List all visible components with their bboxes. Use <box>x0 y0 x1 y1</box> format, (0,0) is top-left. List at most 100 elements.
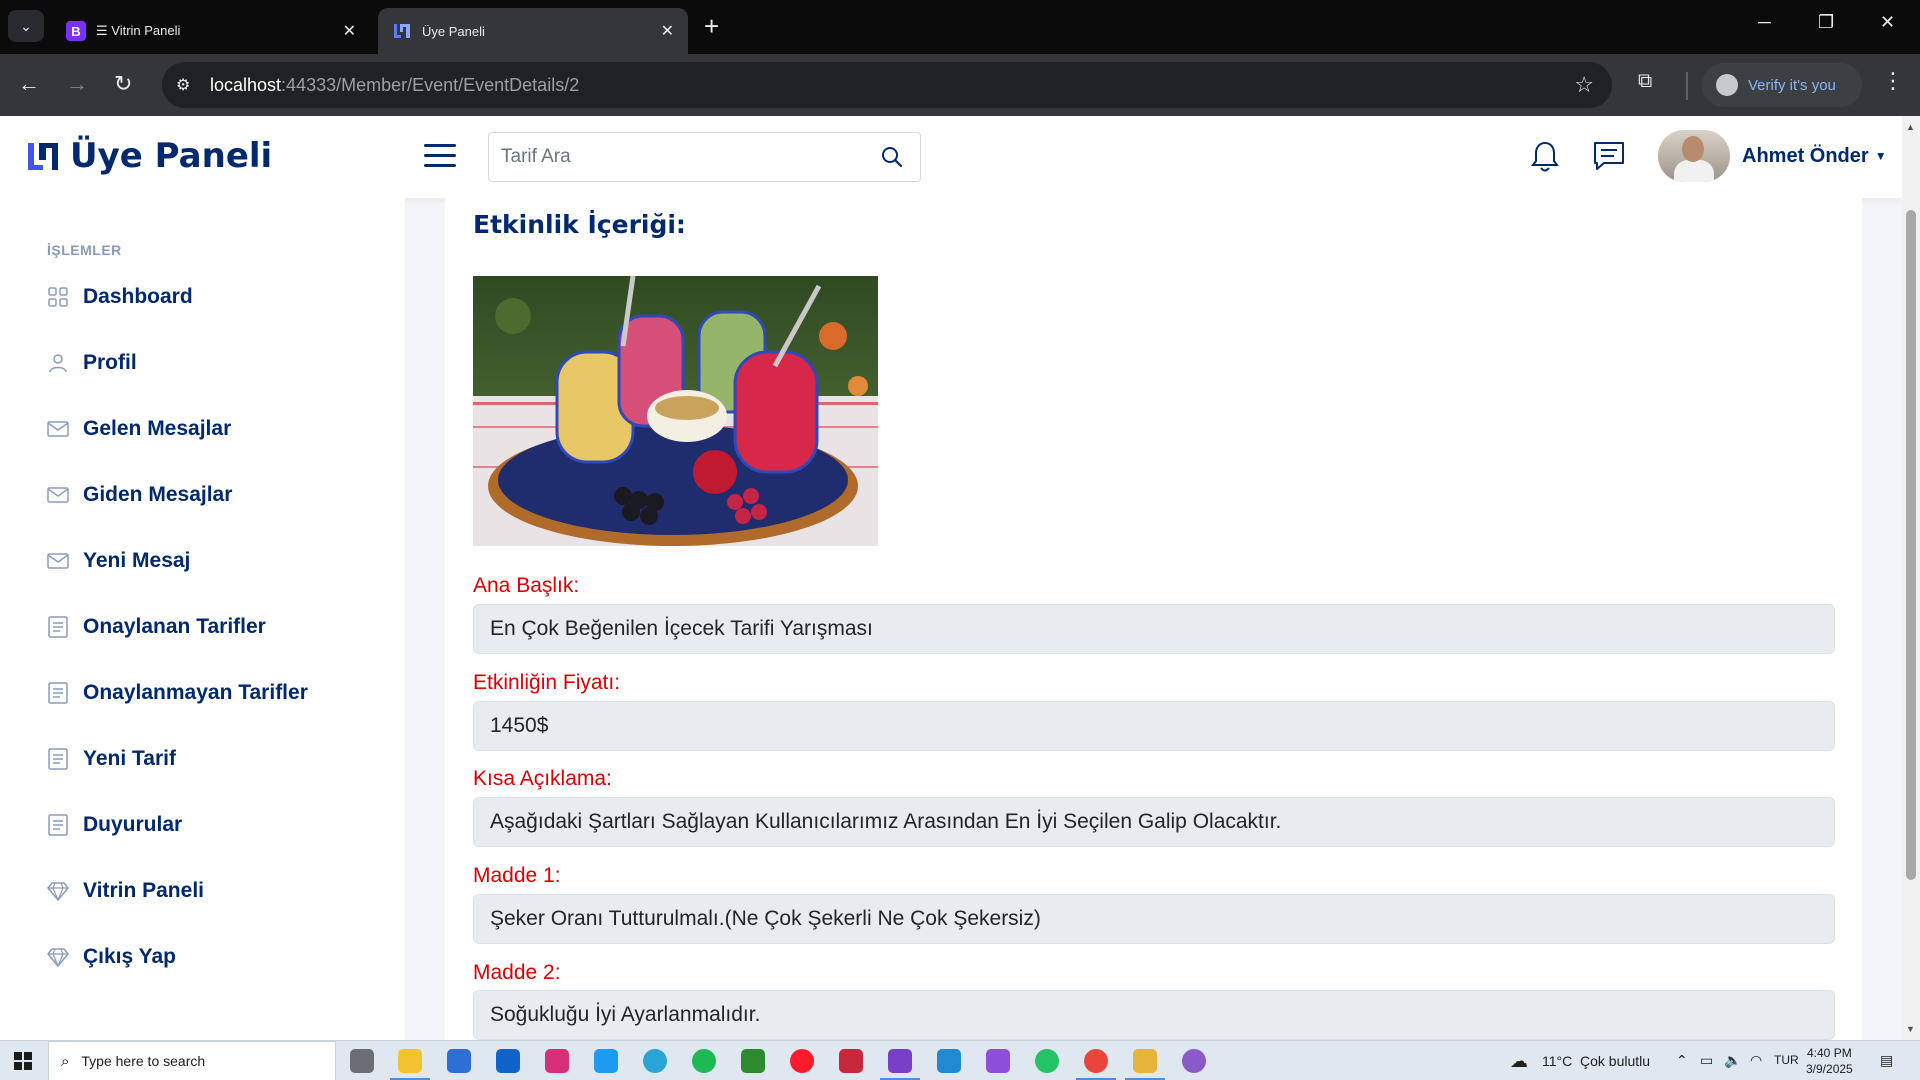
verify-label: Verify it's you <box>1748 76 1836 94</box>
scroll-down-arrow-icon[interactable]: ▼ <box>1906 1024 1915 1034</box>
verify-profile-button[interactable]: Verify it's you <box>1702 63 1862 107</box>
windows-start-icon[interactable] <box>14 1052 32 1075</box>
chat-messages-icon[interactable] <box>1592 140 1626 177</box>
tab-close-icon[interactable]: ✕ <box>343 21 356 41</box>
forward-arrow-icon[interactable]: → <box>66 70 88 98</box>
window-close-icon[interactable]: ✕ <box>1880 12 1895 33</box>
extensions-puzzle-icon[interactable]: ⧉ <box>1638 70 1652 93</box>
tab-uye-paneli[interactable]: Üye Paneli ✕ <box>378 8 688 54</box>
sidebar-item-profil[interactable]: Profil <box>47 343 387 383</box>
browser-menu-dots-icon[interactable]: ⋮ <box>1882 68 1904 94</box>
tray-chevron-icon[interactable]: ⌃ <box>1676 1052 1688 1069</box>
volume-icon[interactable]: 🔈 <box>1724 1052 1741 1069</box>
person-icon <box>47 352 69 374</box>
sidebar-item-dashboard[interactable]: Dashboard <box>47 277 387 317</box>
tab-close-icon[interactable]: ✕ <box>661 21 674 41</box>
bookmark-star-icon[interactable]: ☆ <box>1574 72 1594 98</box>
opera-icon[interactable] <box>790 1049 814 1073</box>
photos-app-icon[interactable] <box>839 1049 863 1073</box>
tab-vitrin-paneli[interactable]: B ☰ Vitrin Paneli ✕ <box>52 8 370 54</box>
field-value-event-price[interactable]: 1450$ <box>473 701 1835 751</box>
app-header: Üye Paneli Ahmet Önder ▼ <box>0 116 1902 198</box>
sidebar-item-vitrin-paneli[interactable]: Vitrin Paneli <box>47 871 387 911</box>
scrollbar-thumb[interactable] <box>1906 210 1916 880</box>
grid-icon <box>47 286 69 308</box>
sidebar-item-label: Yeni Mesaj <box>83 549 191 572</box>
page-scrollbar[interactable]: ▲ ▼ <box>1902 116 1920 1040</box>
sidebar-toggle-menu-icon[interactable] <box>424 144 456 170</box>
site-info-icon[interactable]: ⚙ <box>176 75 198 95</box>
visual-studio-preview-icon[interactable] <box>986 1049 1010 1073</box>
field-value-item-1[interactable]: Şeker Oranı Tutturulmalı.(Ne Çok Şekerli… <box>473 894 1835 944</box>
vscode-icon[interactable] <box>937 1049 961 1073</box>
sidebar-item-label: Onaylanmayan Tarifler <box>83 681 308 704</box>
file-explorer-icon[interactable] <box>390 1049 430 1080</box>
recipe-search-form <box>488 132 921 182</box>
brand-link[interactable]: Üye Paneli <box>26 136 272 176</box>
weather-cloud-icon[interactable]: ☁ <box>1510 1051 1528 1072</box>
battery-icon[interactable]: ▭ <box>1700 1052 1713 1069</box>
store-icon[interactable] <box>447 1049 471 1073</box>
browser-tabstrip: ⌄ B ☰ Vitrin Paneli ✕ Üye Paneli ✕ + ─ ❐… <box>0 0 1920 54</box>
envelope-icon <box>47 484 69 506</box>
address-bar[interactable]: ⚙ localhost:44333/Member/Event/EventDeta… <box>162 62 1612 108</box>
taskbar-search-box[interactable]: ⌕ Type here to search <box>48 1041 336 1080</box>
system-clock[interactable]: 4:40 PM 3/9/2025 <box>1806 1045 1853 1077</box>
tab-search-chevron-icon[interactable]: ⌄ <box>8 10 44 42</box>
telegram-icon[interactable] <box>643 1049 667 1073</box>
recipe-search-input[interactable] <box>489 146 849 168</box>
sidebar-item-label: Onaylanan Tarifler <box>83 615 266 638</box>
page-title: Etkinlik İçeriği: <box>473 210 686 239</box>
event-details-card: Etkinlik İçeriği: Ana Başlık: En Çok Beğ… <box>445 198 1862 1040</box>
whatsapp-icon[interactable] <box>1035 1049 1059 1073</box>
event-image <box>473 276 878 546</box>
field-value-main-title[interactable]: En Çok Beğenilen İçecek Tarifi Yarışması <box>473 604 1835 654</box>
sidebar-item-duyurular[interactable]: Duyurular <box>47 805 387 845</box>
scroll-up-arrow-icon[interactable]: ▲ <box>1906 122 1915 132</box>
app-logo-favicon-icon <box>392 21 412 41</box>
sidebar-item-yeni-mesaj[interactable]: Yeni Mesaj <box>47 541 387 581</box>
sidebar-item-onaylanmayan-tarifler[interactable]: Onaylanmayan Tarifler <box>47 673 387 713</box>
reload-icon[interactable]: ↻ <box>114 70 132 98</box>
user-profile-dropdown[interactable]: Ahmet Önder ▼ <box>1658 130 1887 182</box>
document-icon <box>47 814 69 836</box>
field-label-item-1: Madde 1: <box>473 864 561 887</box>
tab-title: Üye Paneli <box>422 23 485 39</box>
url-text[interactable]: localhost:44333/Member/Event/EventDetail… <box>210 75 579 96</box>
brand-name: Üye Paneli <box>70 136 273 176</box>
bootstrap-favicon-icon: B <box>66 21 86 41</box>
xbox-icon[interactable] <box>741 1049 765 1073</box>
twitter-icon[interactable] <box>594 1049 618 1073</box>
input-language[interactable]: TUR <box>1774 1053 1799 1067</box>
sidebar-item-giden-mesajlar[interactable]: Giden Mesajlar <box>47 475 387 515</box>
field-value-item-2[interactable]: Soğukluğu İyi Ayarlanmalıdır. <box>473 990 1835 1040</box>
sidebar-item-yeni-tarif[interactable]: Yeni Tarif <box>47 739 387 779</box>
sidebar-item-cikis-yap[interactable]: Çıkış Yap <box>47 937 387 977</box>
notification-bell-icon[interactable] <box>1530 140 1560 179</box>
toolbar-divider <box>1686 72 1688 100</box>
document-icon <box>47 682 69 704</box>
visual-studio-icon[interactable] <box>880 1049 920 1080</box>
chrome-icon[interactable] <box>1076 1049 1116 1080</box>
network-icon[interactable]: ◠ <box>1750 1052 1762 1069</box>
new-tab-plus-icon[interactable]: + <box>704 12 719 40</box>
notification-center-icon[interactable]: ▤ <box>1880 1052 1893 1069</box>
paint-icon[interactable] <box>1125 1049 1165 1080</box>
search-icon[interactable] <box>880 145 904 174</box>
sidebar-item-gelen-mesajlar[interactable]: Gelen Mesajlar <box>47 409 387 449</box>
minimize-icon[interactable]: ─ <box>1758 12 1771 33</box>
caret-down-icon: ▼ <box>1874 149 1887 163</box>
sidebar-item-label: Duyurular <box>83 813 183 836</box>
restore-icon[interactable]: ❐ <box>1818 12 1834 33</box>
sidebar-item-onaylanan-tarifler[interactable]: Onaylanan Tarifler <box>47 607 387 647</box>
weather-description: Çok bulutlu <box>1580 1053 1651 1069</box>
instagram-icon[interactable] <box>545 1049 569 1073</box>
app-icon[interactable] <box>1182 1049 1206 1073</box>
task-view-icon[interactable] <box>350 1049 374 1073</box>
sidebar-item-label: Gelen Mesajlar <box>83 417 232 440</box>
envelope-icon <box>47 418 69 440</box>
back-arrow-icon[interactable]: ← <box>18 70 40 98</box>
field-value-short-description[interactable]: Aşağıdaki Şartları Sağlayan Kullanıcılar… <box>473 797 1835 847</box>
outlook-icon[interactable] <box>496 1049 520 1073</box>
spotify-icon[interactable] <box>692 1049 716 1073</box>
